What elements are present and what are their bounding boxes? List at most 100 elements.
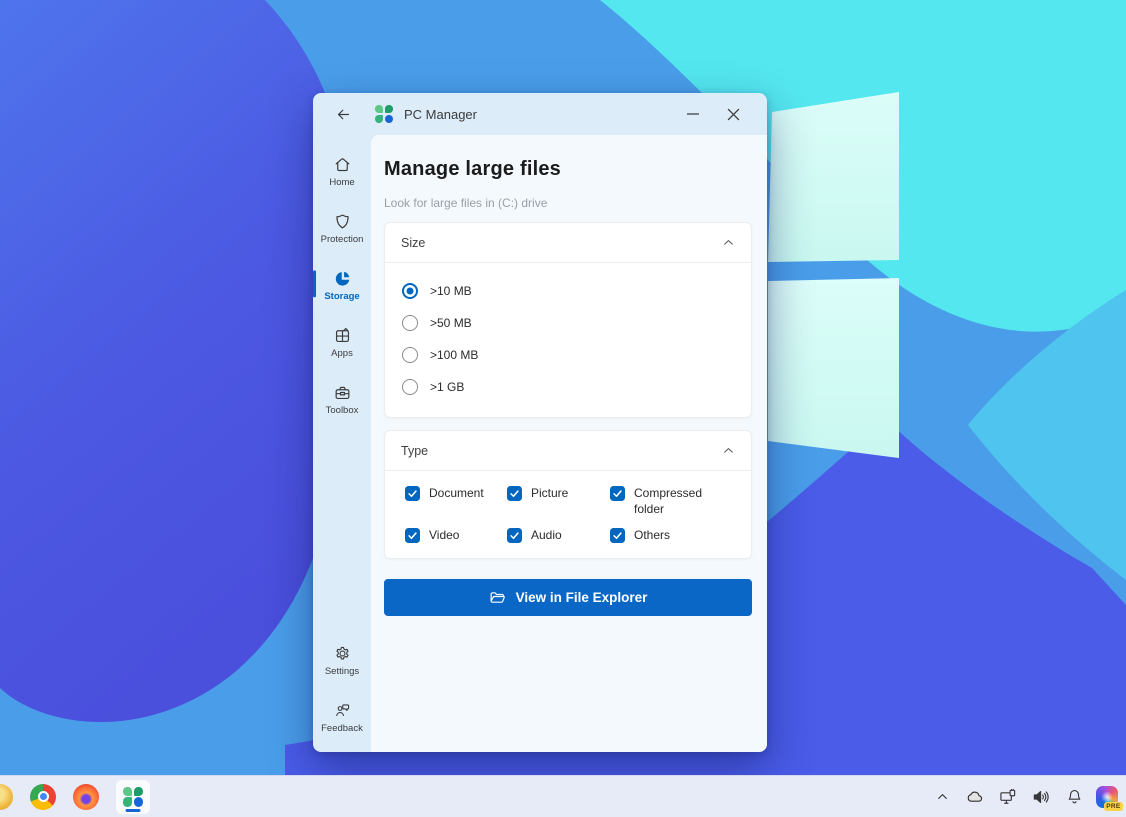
minimize-button[interactable] [673, 99, 713, 129]
checkbox-option-picture[interactable]: Picture [507, 485, 610, 517]
sidebar-bottom: Settings Feedback [313, 632, 371, 752]
checkbox-option-audio[interactable]: Audio [507, 527, 610, 544]
sidebar-item-label: Feedback [321, 723, 363, 734]
radio-option-1gb[interactable]: >1 GB [402, 371, 735, 403]
sidebar-item-feedback[interactable]: Feedback [313, 689, 371, 746]
size-card: Size >10 MB >50 MB >100 MB >1 GB [384, 222, 752, 418]
sidebar-item-toolbox[interactable]: Toolbox [313, 371, 371, 428]
view-in-file-explorer-button[interactable]: View in File Explorer [384, 578, 752, 616]
sidebar-item-storage[interactable]: Storage [313, 257, 371, 314]
sidebar-item-home[interactable]: Home [313, 143, 371, 200]
pc-manager-window: PC Manager Home Protection Storage Apps … [313, 93, 767, 752]
firefox-icon[interactable] [73, 783, 99, 810]
chrome-inner-circle [37, 791, 49, 802]
sidebar-item-label: Storage [324, 291, 360, 302]
sidebar-item-label: Settings [324, 666, 360, 677]
sidebar-item-protection[interactable]: Protection [313, 200, 371, 257]
check-icon [408, 490, 417, 498]
size-header-label: Size [401, 235, 426, 250]
pc-manager-logo-icon [123, 786, 143, 807]
radio-label: >100 MB [430, 348, 479, 362]
check-icon [613, 532, 622, 540]
taskbar-apps [0, 776, 150, 817]
titlebar: PC Manager [313, 93, 767, 135]
size-options: >10 MB >50 MB >100 MB >1 GB [385, 263, 751, 417]
sidebar: Home Protection Storage Apps Toolbox Set… [313, 135, 371, 752]
type-section-header[interactable]: Type [385, 431, 751, 470]
radio-label: >1 GB [430, 380, 465, 394]
pc-manager-logo-icon [375, 105, 393, 123]
button-label: View in File Explorer [515, 589, 648, 605]
back-arrow-icon [337, 109, 349, 119]
check-icon [510, 532, 519, 540]
radio-label: >10 MB [430, 284, 472, 298]
type-card: Type Document Picture Compressed folder … [384, 430, 752, 559]
page-subtitle: Look for large files in (C:) drive [384, 196, 548, 210]
taskbar-pc-manager-icon[interactable] [116, 779, 150, 814]
check-icon [408, 532, 417, 540]
checkbox[interactable] [610, 528, 625, 544]
network-icon[interactable] [997, 786, 1019, 808]
chrome-icon[interactable] [30, 783, 56, 810]
sidebar-item-label: Home [329, 177, 355, 188]
checkbox[interactable] [507, 528, 522, 544]
checkbox-option-compressed-folder[interactable]: Compressed folder [610, 485, 737, 517]
checkbox-option-document[interactable]: Document [405, 485, 507, 517]
copilot-icon[interactable]: PRE [1096, 785, 1123, 811]
checkbox-label: Picture [531, 486, 569, 500]
radio-button[interactable] [402, 347, 418, 363]
window-title: PC Manager [404, 106, 477, 122]
system-tray: PRE [931, 776, 1123, 817]
close-button[interactable] [713, 99, 753, 129]
radio-option-100mb[interactable]: >100 MB [402, 339, 735, 371]
radio-option-50mb[interactable]: >50 MB [402, 307, 735, 339]
taskbar-app-partial-icon[interactable] [0, 783, 13, 810]
main-content: Manage large files Look for large files … [371, 135, 767, 752]
checkbox[interactable] [405, 528, 420, 544]
checkbox-label: Video [429, 528, 460, 543]
toolbox-icon [335, 386, 349, 400]
onedrive-cloud-icon[interactable] [964, 786, 986, 808]
copilot-pre-badge: PRE [1103, 801, 1123, 811]
size-section-header[interactable]: Size [385, 223, 751, 262]
checkbox-option-others[interactable]: Others [610, 527, 737, 544]
page-title: Manage large files [384, 158, 561, 180]
shield-icon [335, 214, 349, 229]
taskbar: PRE [0, 775, 1126, 817]
volume-icon[interactable] [1030, 786, 1052, 808]
checkbox-label: Document [429, 486, 484, 500]
sidebar-item-settings[interactable]: Settings [313, 632, 371, 689]
home-icon [335, 158, 349, 172]
feedback-icon [335, 704, 349, 717]
checkbox-label: Audio [531, 528, 562, 543]
checkbox[interactable] [507, 486, 522, 501]
chevron-up-icon [724, 448, 733, 453]
checkbox-label: Compressed folder [634, 486, 703, 517]
back-button[interactable] [331, 102, 355, 126]
folder-icon [490, 591, 505, 603]
minimize-icon [687, 113, 699, 115]
check-icon [613, 490, 622, 498]
sidebar-item-apps[interactable]: Apps [313, 314, 371, 371]
running-app-indicator [125, 808, 141, 812]
chevron-up-icon [724, 240, 733, 245]
radio-button[interactable] [402, 379, 418, 395]
settings-gear-icon [335, 646, 349, 660]
type-header-label: Type [401, 443, 429, 458]
checkbox-option-video[interactable]: Video [405, 527, 507, 544]
active-indicator [313, 269, 316, 297]
checkbox[interactable] [405, 486, 420, 501]
checkbox-label: Others [634, 528, 671, 543]
checkbox[interactable] [610, 486, 625, 501]
close-icon [727, 108, 739, 120]
radio-option-10mb[interactable]: >10 MB [402, 275, 735, 307]
radio-button[interactable] [402, 283, 418, 299]
desktop: PC Manager Home Protection Storage Apps … [0, 0, 1126, 817]
notifications-bell-icon[interactable] [1063, 786, 1085, 808]
sidebar-item-label: Toolbox [325, 405, 359, 416]
tray-chevron-up-icon[interactable] [931, 786, 953, 808]
radio-button[interactable] [402, 315, 418, 331]
apps-icon [335, 327, 349, 343]
type-options: Document Picture Compressed folder Video… [385, 471, 751, 558]
sidebar-item-label: Apps [331, 348, 353, 359]
